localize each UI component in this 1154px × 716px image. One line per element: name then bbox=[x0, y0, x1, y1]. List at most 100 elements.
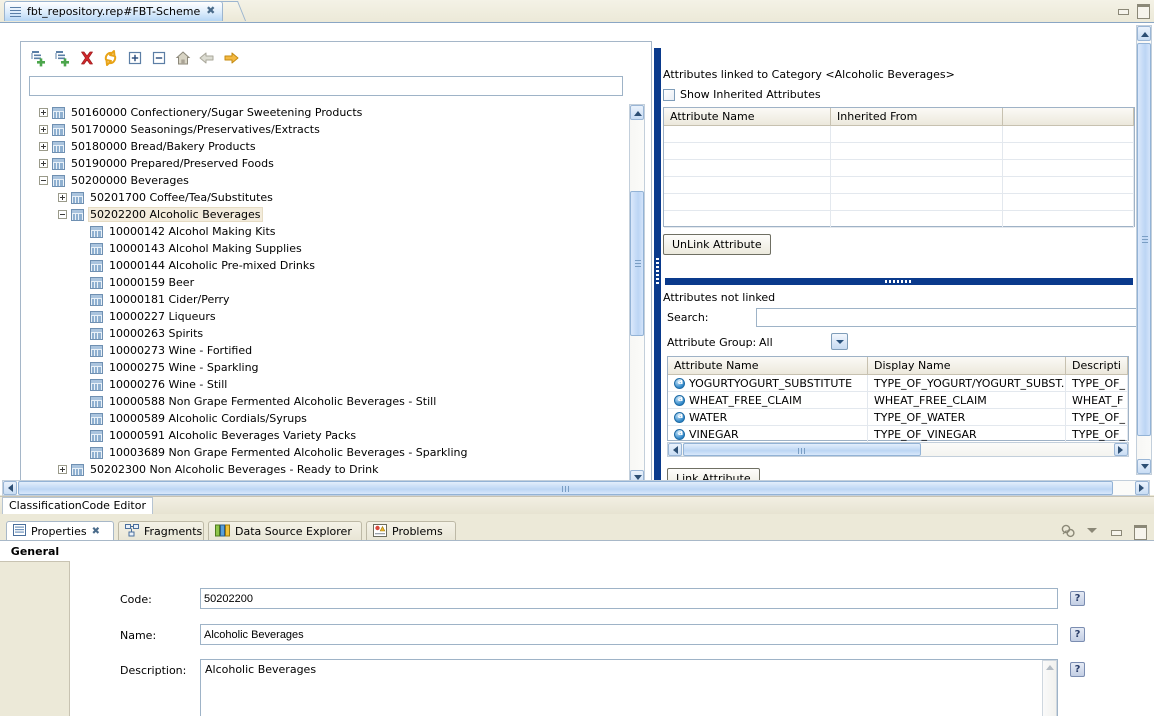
category-tree[interactable]: 50160000 Confectionery/Sugar Sweetening … bbox=[29, 104, 645, 486]
description-vertical-scrollbar[interactable] bbox=[1042, 660, 1057, 716]
description-field[interactable] bbox=[200, 659, 1058, 716]
tree-item-10000227[interactable]: 10000227 Liqueurs bbox=[29, 308, 625, 325]
chevron-down-icon[interactable] bbox=[1084, 523, 1100, 538]
close-icon[interactable]: ✖ bbox=[92, 526, 100, 537]
scroll-thumb[interactable] bbox=[1137, 43, 1151, 436]
not-linked-horizontal-scrollbar[interactable] bbox=[667, 442, 1129, 457]
editor-horizontal-scrollbar[interactable] bbox=[2, 480, 1150, 496]
show-inherited-attributes-row[interactable]: Show Inherited Attributes bbox=[663, 88, 1135, 101]
column-header-extra[interactable] bbox=[1003, 108, 1134, 125]
tree-item-10003689[interactable]: 10003689 Non Grape Fermented Alcoholic B… bbox=[29, 444, 625, 461]
delete-red-x-icon[interactable] bbox=[77, 48, 97, 68]
maximize-icon[interactable] bbox=[1135, 3, 1150, 16]
table-row[interactable] bbox=[664, 177, 1134, 194]
collapse-minus-icon[interactable] bbox=[149, 48, 169, 68]
column-header-display-name[interactable]: Display Name bbox=[868, 357, 1066, 374]
add-sibling-icon[interactable] bbox=[29, 48, 49, 68]
properties-section-general[interactable]: General bbox=[0, 541, 70, 562]
expand-icon[interactable] bbox=[58, 193, 67, 202]
expand-plus-icon[interactable] bbox=[125, 48, 145, 68]
table-row[interactable] bbox=[664, 211, 1134, 228]
refresh-icon[interactable] bbox=[101, 48, 121, 68]
tree-item-10000142[interactable]: 10000142 Alcohol Making Kits bbox=[29, 223, 625, 240]
code-field[interactable] bbox=[200, 588, 1058, 609]
tree-item-50160000[interactable]: 50160000 Confectionery/Sugar Sweetening … bbox=[29, 104, 625, 121]
tree-item-50190000[interactable]: 50190000 Prepared/Preserved Foods bbox=[29, 155, 625, 172]
collapse-icon[interactable] bbox=[39, 176, 48, 185]
add-child-icon[interactable] bbox=[53, 48, 73, 68]
table-row[interactable] bbox=[664, 126, 1134, 143]
tree-item-50202200[interactable]: 50202200 Alcoholic Beverages bbox=[29, 206, 625, 223]
description-help-button[interactable]: ? bbox=[1070, 662, 1085, 677]
expand-icon[interactable] bbox=[39, 125, 48, 134]
close-icon[interactable]: ✖ bbox=[205, 6, 216, 17]
table-row[interactable]: WATERTYPE_OF_WATERTYPE_OF_ bbox=[668, 409, 1128, 426]
pin-icon[interactable] bbox=[1060, 523, 1076, 538]
editor-tab-fbt-repository[interactable]: fbt_repository.rep#FBT-Scheme ✖ bbox=[4, 1, 223, 21]
tree-item-10000263[interactable]: 10000263 Spirits bbox=[29, 325, 625, 342]
expand-icon[interactable] bbox=[39, 159, 48, 168]
table-row[interactable] bbox=[664, 194, 1134, 211]
arrow-right-icon[interactable] bbox=[221, 48, 241, 68]
linked-attributes-grid[interactable]: Attribute Name Inherited From bbox=[663, 107, 1135, 227]
tree-item-50201700[interactable]: 50201700 Coffee/Tea/Substitutes bbox=[29, 189, 625, 206]
minimize-icon[interactable] bbox=[1115, 3, 1130, 16]
horizontal-sash[interactable] bbox=[665, 278, 1133, 285]
column-header-attribute-name[interactable]: Attribute Name bbox=[664, 108, 831, 125]
name-help-button[interactable]: ? bbox=[1070, 627, 1085, 642]
tree-item-10000589[interactable]: 10000589 Alcoholic Cordials/Syrups bbox=[29, 410, 625, 427]
scroll-up-arrow-icon[interactable] bbox=[1043, 661, 1056, 674]
tree-item-10000276[interactable]: 10000276 Wine - Still bbox=[29, 376, 625, 393]
scroll-right-arrow-icon[interactable] bbox=[1114, 443, 1128, 456]
scroll-up-arrow-icon[interactable] bbox=[1137, 26, 1151, 41]
vertical-sash[interactable] bbox=[654, 48, 661, 496]
table-row[interactable]: WHEAT_FREE_CLAIMWHEAT_FREE_CLAIMWHEAT_F bbox=[668, 392, 1128, 409]
tree-item-50200000[interactable]: 50200000 Beverages bbox=[29, 172, 625, 189]
table-row[interactable] bbox=[664, 160, 1134, 177]
editor-page-tab-classificationcode[interactable]: ClassificationCode Editor bbox=[2, 497, 153, 514]
show-inherited-checkbox[interactable] bbox=[663, 89, 675, 101]
attribute-group-combo[interactable]: All bbox=[759, 332, 869, 352]
tree-item-10000591[interactable]: 10000591 Alcoholic Beverages Variety Pac… bbox=[29, 427, 625, 444]
scroll-right-arrow-icon[interactable] bbox=[1135, 481, 1149, 495]
tab-fragments[interactable]: Fragments bbox=[118, 521, 204, 541]
tab-problems[interactable]: Problems bbox=[366, 521, 456, 541]
scroll-left-arrow-icon[interactable] bbox=[668, 443, 682, 456]
tab-properties[interactable]: Properties ✖ bbox=[6, 521, 114, 541]
scroll-thumb[interactable] bbox=[630, 191, 644, 336]
scroll-thumb[interactable] bbox=[683, 443, 921, 456]
table-row[interactable]: VINEGARTYPE_OF_VINEGARTYPE_OF_ bbox=[668, 426, 1128, 443]
home-icon[interactable] bbox=[173, 48, 193, 68]
arrow-left-icon[interactable] bbox=[197, 48, 217, 68]
tree-vertical-scrollbar[interactable] bbox=[629, 104, 645, 486]
maximize-icon[interactable] bbox=[1132, 523, 1148, 538]
scroll-thumb[interactable] bbox=[18, 481, 1113, 495]
collapse-icon[interactable] bbox=[58, 210, 67, 219]
tree-item-10000143[interactable]: 10000143 Alcohol Making Supplies bbox=[29, 240, 625, 257]
expand-icon[interactable] bbox=[39, 108, 48, 117]
tree-item-10000159[interactable]: 10000159 Beer bbox=[29, 274, 625, 291]
search-input[interactable] bbox=[756, 308, 1148, 327]
tree-item-10000144[interactable]: 10000144 Alcoholic Pre-mixed Drinks bbox=[29, 257, 625, 274]
minimize-icon[interactable] bbox=[1108, 523, 1124, 538]
tree-item-10000275[interactable]: 10000275 Wine - Sparkling bbox=[29, 359, 625, 376]
column-header-attribute-name[interactable]: Attribute Name bbox=[668, 357, 868, 374]
column-header-description[interactable]: Descripti bbox=[1066, 357, 1128, 374]
scroll-left-arrow-icon[interactable] bbox=[3, 481, 17, 495]
name-field[interactable] bbox=[200, 624, 1058, 645]
chevron-down-icon[interactable] bbox=[831, 333, 848, 350]
tree-item-50202300[interactable]: 50202300 Non Alcoholic Beverages - Ready… bbox=[29, 461, 625, 478]
scroll-up-arrow-icon[interactable] bbox=[630, 105, 644, 120]
tree-item-10000588[interactable]: 10000588 Non Grape Fermented Alcoholic B… bbox=[29, 393, 625, 410]
tree-item-10000181[interactable]: 10000181 Cider/Perry bbox=[29, 291, 625, 308]
tree-item-50180000[interactable]: 50180000 Bread/Bakery Products bbox=[29, 138, 625, 155]
tree-item-50170000[interactable]: 50170000 Seasonings/Preservatives/Extrac… bbox=[29, 121, 625, 138]
column-header-inherited-from[interactable]: Inherited From bbox=[831, 108, 1003, 125]
code-help-button[interactable]: ? bbox=[1070, 591, 1085, 606]
table-row[interactable] bbox=[664, 143, 1134, 160]
expand-icon[interactable] bbox=[58, 465, 67, 474]
tree-item-10000273[interactable]: 10000273 Wine - Fortified bbox=[29, 342, 625, 359]
tab-data-source-explorer[interactable]: Data Source Explorer bbox=[208, 521, 362, 541]
scroll-down-arrow-icon[interactable] bbox=[1137, 459, 1151, 474]
tree-filter-input[interactable] bbox=[29, 76, 623, 96]
